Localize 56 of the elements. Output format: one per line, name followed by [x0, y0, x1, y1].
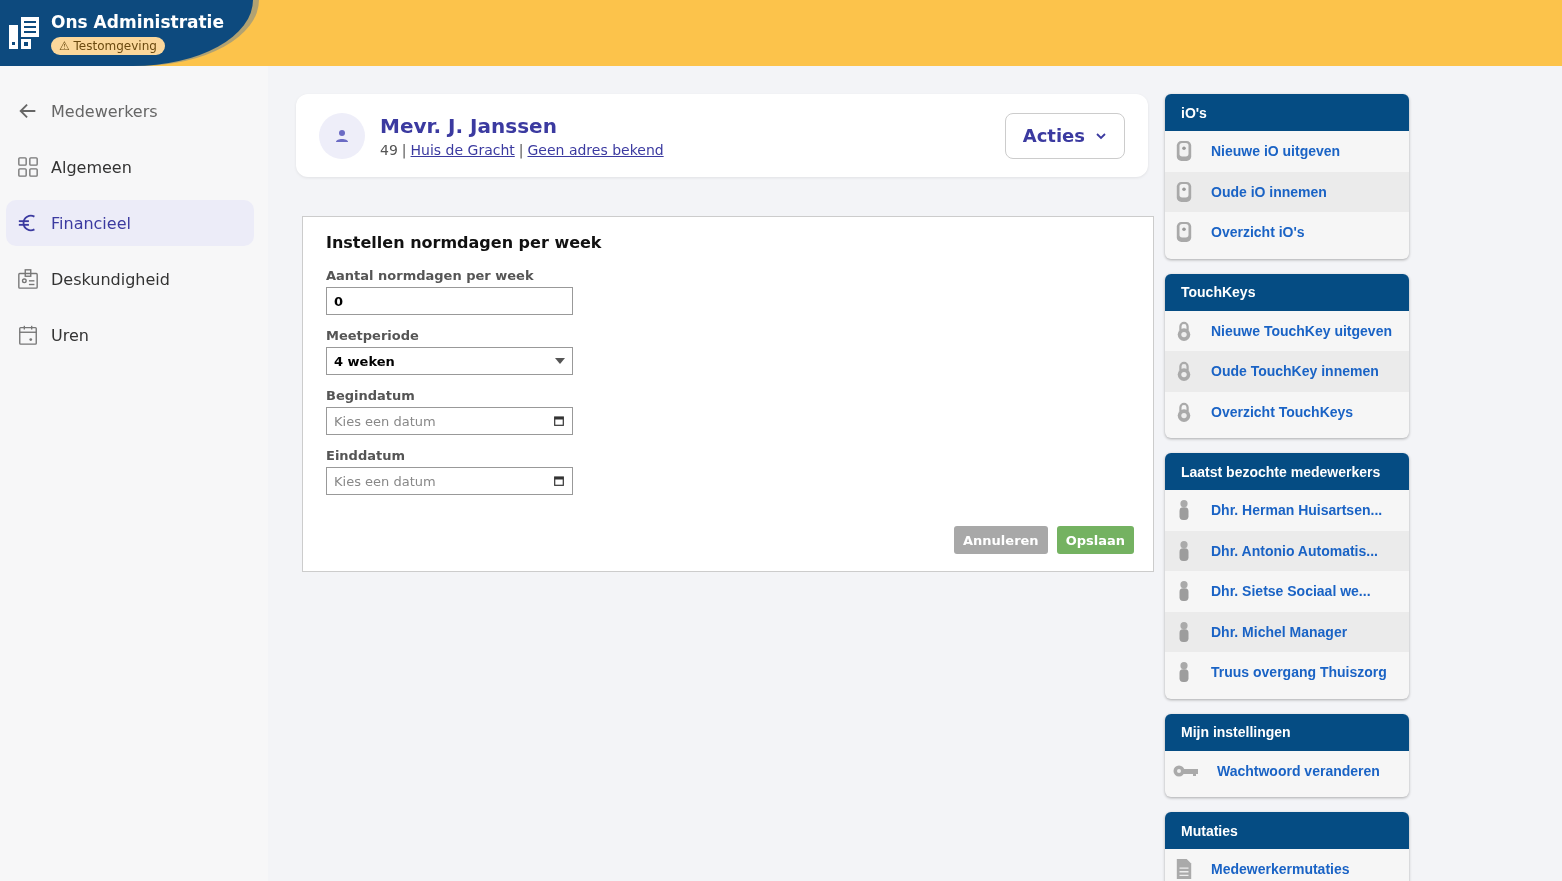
panel-link[interactable]: Dhr. Sietse Sociaal we...	[1165, 571, 1409, 612]
input-field[interactable]: 0	[326, 287, 573, 315]
actions-button[interactable]: Acties	[1004, 112, 1125, 159]
panel-link[interactable]: Overzicht TouchKeys	[1165, 391, 1409, 432]
panel-header: Mijn instellingen	[1165, 713, 1409, 751]
sidebar-item[interactable]: Deskundigheid	[6, 256, 254, 302]
id-badge-icon	[17, 268, 39, 290]
panel-link[interactable]: Wachtwoord veranderen	[1165, 750, 1409, 791]
panel-header: iO's	[1165, 94, 1409, 131]
padlock-icon	[1175, 319, 1193, 342]
panel-header: TouchKeys	[1165, 273, 1409, 311]
date-field[interactable]: Kies een datum	[326, 467, 573, 495]
form-title: Instellen normdagen per week	[326, 233, 602, 252]
select-field[interactable]: 4 weken	[326, 347, 573, 375]
sidebar-item[interactable]: Financieel	[6, 200, 254, 246]
field-label: Einddatum	[326, 448, 405, 463]
field-label: Aantal normdagen per week	[326, 268, 534, 283]
panel-link[interactable]: Medewerkermutaties	[1165, 849, 1409, 881]
grid-icon	[17, 156, 39, 178]
panel-link[interactable]: Truus overgang Thuiszorg	[1165, 652, 1409, 693]
panel-header: Laatst bezochte medewerkers	[1165, 453, 1409, 490]
panel-link[interactable]: Dhr. Herman Huisartsen...	[1165, 490, 1409, 531]
dropdown-caret-icon	[555, 358, 565, 364]
back-link[interactable]: Medewerkers	[6, 88, 254, 134]
sidebar-item[interactable]: Algemeen	[6, 144, 254, 190]
panel-link[interactable]: Oude iO innemen	[1165, 171, 1409, 212]
padlock-icon	[1175, 400, 1193, 423]
address-link[interactable]: Geen adres bekend	[527, 141, 664, 158]
key-fob-icon	[1175, 221, 1193, 244]
padlock-icon	[1175, 360, 1193, 383]
panel-link[interactable]: Overzicht iO's	[1165, 212, 1409, 253]
key-fob-icon	[1175, 180, 1193, 203]
person-icon	[334, 127, 350, 144]
environment-badge: ⚠ Testomgeving	[51, 36, 165, 55]
panel-header: Mutaties	[1165, 812, 1409, 849]
separator: |	[401, 141, 407, 158]
panel-link[interactable]: Oude TouchKey innemen	[1165, 351, 1409, 392]
panel-link[interactable]: Dhr. Michel Manager	[1165, 611, 1409, 652]
sidebar-item[interactable]: Uren	[6, 312, 254, 358]
panel-link[interactable]: Dhr. Antonio Automatis...	[1165, 530, 1409, 571]
key-fob-icon	[1175, 140, 1193, 163]
panel-link[interactable]: Nieuwe iO uitgeven	[1165, 131, 1409, 172]
calendar-icon	[554, 416, 564, 426]
date-field[interactable]: Kies een datum	[326, 407, 573, 435]
employee-number: 49	[380, 141, 398, 158]
location-link[interactable]: Huis de Gracht	[410, 141, 515, 158]
field-label: Begindatum	[326, 388, 415, 403]
field-label: Meetperiode	[326, 328, 419, 343]
building-logo-icon	[9, 17, 39, 49]
app-title: Ons Administratie	[51, 11, 224, 32]
calendar-icon	[554, 476, 564, 486]
key-icon	[1173, 763, 1199, 778]
panel-link[interactable]: Nieuwe TouchKey uitgeven	[1165, 310, 1409, 351]
calendar-icon	[17, 324, 39, 346]
employee-name: Mevr. J. Janssen	[380, 113, 558, 138]
separator: |	[518, 141, 524, 158]
